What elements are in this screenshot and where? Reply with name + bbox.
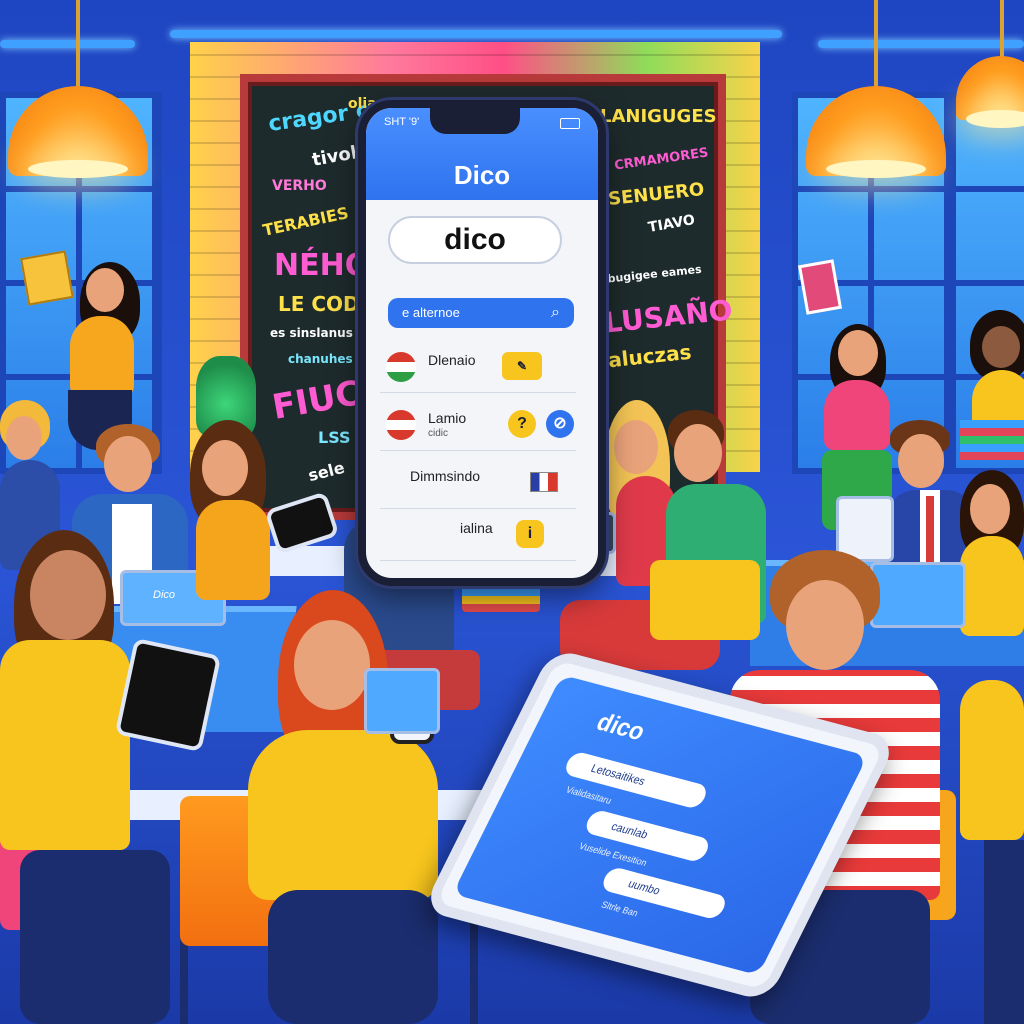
chalk-word: NÉHO (274, 248, 371, 283)
chalk-word: es sinslanus (270, 326, 353, 340)
tablet-device[interactable] (114, 637, 222, 753)
battery-icon (560, 118, 580, 129)
chalk-word: SENUERO (607, 179, 706, 210)
list-item-label: Lamio (428, 410, 467, 426)
chalk-word: TERABIES (260, 203, 351, 240)
tablet-option[interactable]: Letosaitikes (561, 750, 711, 810)
search-bar-text: e alternoe (402, 305, 460, 320)
student-girl-redhead (228, 590, 448, 1024)
chalk-word: TIAVO (646, 212, 697, 236)
search-field[interactable]: dico (388, 216, 562, 264)
tablet-caption: Sltrle Ban (599, 899, 640, 919)
laptop-front[interactable] (364, 668, 440, 734)
edit-icon[interactable]: ✎ (502, 352, 542, 380)
flag-icon (386, 410, 416, 440)
list-item-sublabel: cidic (428, 428, 449, 439)
chalk-word: aluczas (606, 339, 693, 373)
list-item[interactable]: Dlenaio ✎ (380, 340, 576, 393)
flag-icon (386, 352, 416, 382)
chalk-word: LUSAÑO (602, 293, 735, 340)
chalk-word: abugigee eames (599, 262, 703, 287)
flag-icon (530, 472, 558, 492)
app-title: Dico (453, 160, 511, 190)
tablet-app-title: dico (591, 708, 650, 747)
chalk-word: chanuhes (288, 352, 353, 366)
search-icon[interactable]: ⌕ (551, 298, 560, 328)
search-bar[interactable]: e alternoe ⌕ (388, 298, 574, 328)
list-item-label: Dimmsindo (410, 468, 481, 484)
chalk-word: VERHO (272, 178, 327, 194)
student-girl-tablet-front (0, 530, 222, 1024)
phone-device[interactable]: SHT '9' Dico dico e alternoe ⌕ Dlenaio ✎… (358, 100, 606, 586)
classroom-scene: cragor ca olia tivol VERHO TERABIES NÉHO… (0, 0, 1024, 1024)
list-item-label: Dlenaio (428, 352, 476, 368)
ceiling-rail-center (170, 30, 782, 38)
help-icon[interactable]: ? (508, 410, 536, 438)
chalk-word: CRMAMORES (613, 145, 710, 174)
list-item[interactable]: Dimmsindo (380, 456, 576, 509)
tablet-caption: Vialidasitaru (564, 784, 614, 806)
list-item-label: ialina (460, 520, 493, 536)
info-icon[interactable]: i (516, 520, 544, 548)
ceiling-rail-left (0, 40, 135, 48)
list-item[interactable]: ialina i (380, 508, 576, 561)
tablet-device[interactable] (264, 491, 340, 555)
status-bar-text: SHT '9' (384, 116, 420, 128)
ceiling-rail-right (818, 40, 1024, 48)
block-icon[interactable]: ⊘ (546, 410, 574, 438)
list-item[interactable]: Lamio cidic ? ⊘ (380, 398, 576, 451)
phone-notch (430, 108, 520, 134)
student-right-edge (940, 640, 1024, 1024)
chalk-word: LANIGUGES (600, 106, 717, 127)
chalk-word: tivol (310, 142, 359, 171)
